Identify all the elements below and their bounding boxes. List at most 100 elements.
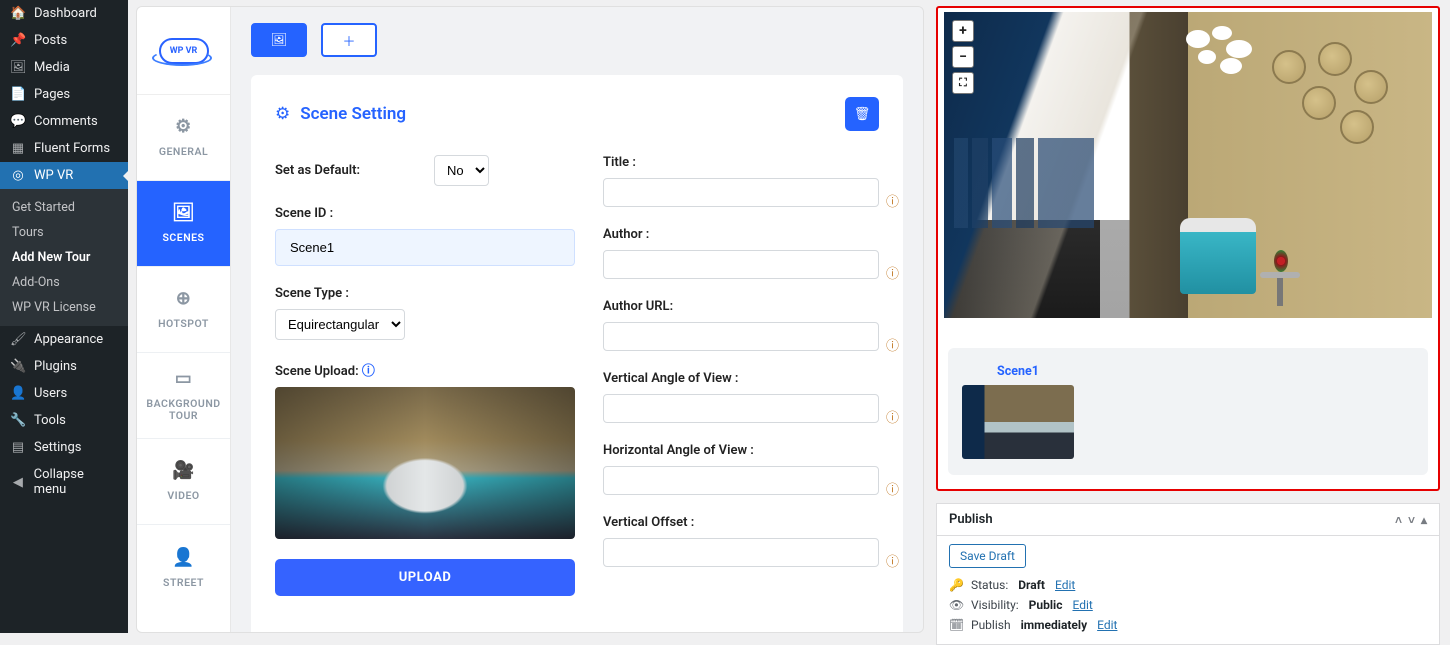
fullscreen-button[interactable]: ⛶: [952, 72, 974, 94]
menu-wp-vr[interactable]: ◎WP VR: [0, 162, 128, 189]
publish-title: Publish: [949, 512, 993, 527]
collapse-icon: ◀: [10, 475, 26, 490]
nav-street[interactable]: 👤 STREET: [137, 525, 230, 611]
submenu-add-new-tour[interactable]: Add New Tour: [0, 245, 128, 270]
delete-scene-button[interactable]: 🗑: [845, 97, 879, 131]
menu-posts[interactable]: 📌 Posts: [0, 27, 128, 54]
info-icon: ⓘ: [886, 551, 899, 570]
scene-type-select[interactable]: Equirectangular: [275, 309, 405, 340]
edit-publish-link[interactable]: Edit: [1097, 618, 1117, 632]
add-scene-button[interactable]: ＋: [321, 23, 377, 57]
scene-upload-thumbnail: [275, 387, 575, 539]
wp-vr-submenu: Get Started Tours Add New Tour Add-Ons W…: [0, 189, 128, 326]
submenu-license[interactable]: WP VR License: [0, 295, 128, 320]
upload-button[interactable]: UPLOAD: [275, 559, 575, 596]
nav-hotspot[interactable]: ⊕ HOTSPOT: [137, 267, 230, 353]
menu-fluent-forms-label: Fluent Forms: [34, 141, 110, 156]
publish-metabox: Publish ˄ ˅ ▴ Save Draft 🔑 Status: Draft…: [936, 503, 1440, 645]
menu-users-label: Users: [34, 386, 67, 401]
menu-appearance-label: Appearance: [34, 332, 103, 347]
scene-id-input[interactable]: [275, 229, 575, 266]
wp-admin-sidebar: 🏠Dashboard 📌 Posts 🖼 Media 📄 Pages 💬 Comment…: [0, 0, 128, 633]
menu-tools-label: Tools: [34, 413, 66, 428]
scene-strip: Scene1: [948, 348, 1428, 475]
toggle-box-button[interactable]: ▴: [1421, 513, 1427, 527]
info-icon: ⓘ: [886, 263, 899, 282]
menu-media[interactable]: 🖼 Media: [0, 54, 128, 81]
nav-general[interactable]: ⚙ GENERAL: [137, 95, 230, 181]
submenu-addons[interactable]: Add-Ons: [0, 270, 128, 295]
menu-settings-label: Settings: [34, 440, 81, 455]
set-default-select[interactable]: No: [434, 155, 489, 186]
title-input[interactable]: [603, 178, 879, 207]
media-icon: 🖼: [10, 60, 26, 75]
brush-icon: 🖌: [10, 332, 26, 347]
status-label: Status:: [971, 578, 1008, 592]
scene-toolbar: 🖼 ＋: [251, 23, 903, 57]
menu-plugins[interactable]: 🔌 Plugins: [0, 353, 128, 380]
edit-visibility-link[interactable]: Edit: [1072, 598, 1092, 612]
wrench-icon: 🔧: [10, 413, 26, 428]
author-input[interactable]: [603, 250, 879, 279]
submenu-tours[interactable]: Tours: [0, 220, 128, 245]
info-icon: ⓘ: [886, 191, 899, 210]
menu-dashboard-label: Dashboard: [34, 6, 97, 21]
set-default-label: Set as Default:: [275, 163, 360, 178]
strip-scene-label: Scene1: [997, 364, 1039, 379]
menu-dashboard[interactable]: 🏠Dashboard: [0, 0, 128, 27]
street-icon: 👤: [172, 547, 195, 569]
gear-icon: ⚙: [275, 104, 290, 124]
menu-pages-label: Pages: [34, 87, 70, 102]
menu-plugins-label: Plugins: [34, 359, 77, 374]
nav-video[interactable]: 🎥 VIDEO: [137, 439, 230, 525]
move-down-button[interactable]: ˅: [1408, 513, 1415, 527]
zoom-out-button[interactable]: −: [952, 46, 974, 68]
nav-scenes[interactable]: 🖼 SCENES: [137, 181, 230, 267]
submenu-get-started[interactable]: Get Started: [0, 195, 128, 220]
zoom-in-button[interactable]: +: [952, 20, 974, 42]
image-icon: 🖼: [271, 33, 288, 48]
visibility-label: Visibility:: [971, 598, 1019, 612]
scene-setting-panel: ⚙ Scene Setting 🗑 Set as Default: No: [251, 75, 903, 632]
eye-icon: 👁: [949, 598, 963, 612]
comment-icon: 💬: [10, 114, 26, 129]
plus-icon: ＋: [342, 31, 355, 50]
current-scene-tab[interactable]: 🖼: [251, 23, 307, 57]
sliders-icon: ▤: [10, 440, 26, 455]
plugin-nav: WP VR ⚙ GENERAL 🖼 SCENES ⊕ HOTSPOT ▭ BAC…: [137, 7, 231, 632]
vaov-input[interactable]: [603, 394, 879, 423]
publish-value: immediately: [1021, 618, 1088, 632]
save-draft-button[interactable]: Save Draft: [949, 544, 1026, 568]
nav-hotspot-label: HOTSPOT: [158, 318, 209, 331]
pin-icon: 📌: [10, 33, 26, 48]
menu-comments-label: Comments: [34, 114, 98, 129]
author-label: Author :: [603, 227, 879, 242]
menu-posts-label: Posts: [34, 33, 67, 48]
info-icon: ⓘ: [362, 364, 375, 379]
video-icon: 🎥: [172, 460, 195, 482]
voff-input[interactable]: [603, 538, 879, 567]
menu-fluent-forms[interactable]: ▦Fluent Forms: [0, 135, 128, 162]
haov-input[interactable]: [603, 466, 879, 495]
menu-tools[interactable]: 🔧 Tools: [0, 407, 128, 434]
edit-status-link[interactable]: Edit: [1055, 578, 1075, 592]
menu-comments[interactable]: 💬 Comments: [0, 108, 128, 135]
menu-appearance[interactable]: 🖌 Appearance: [0, 326, 128, 353]
pages-icon: 📄: [10, 87, 26, 102]
strip-scene-thumbnail[interactable]: [962, 385, 1074, 459]
menu-pages[interactable]: 📄 Pages: [0, 81, 128, 108]
nav-video-label: VIDEO: [167, 490, 199, 503]
nav-background-tour[interactable]: ▭ BACKGROUND TOUR: [137, 353, 230, 439]
move-up-button[interactable]: ˄: [1395, 513, 1402, 527]
plug-icon: 🔌: [10, 359, 26, 374]
panorama-viewer[interactable]: + − ⛶: [944, 12, 1432, 318]
status-value: Draft: [1018, 578, 1045, 592]
nav-scenes-label: SCENES: [163, 232, 205, 245]
device-icon: ▭: [175, 368, 193, 390]
author-url-input[interactable]: [603, 322, 879, 351]
preview-box: + − ⛶ Scene1: [936, 6, 1440, 491]
menu-settings[interactable]: ▤ Settings: [0, 434, 128, 461]
menu-collapse[interactable]: ◀Collapse menu: [0, 461, 128, 503]
menu-media-label: Media: [34, 60, 70, 75]
menu-users[interactable]: 👤Users: [0, 380, 128, 407]
